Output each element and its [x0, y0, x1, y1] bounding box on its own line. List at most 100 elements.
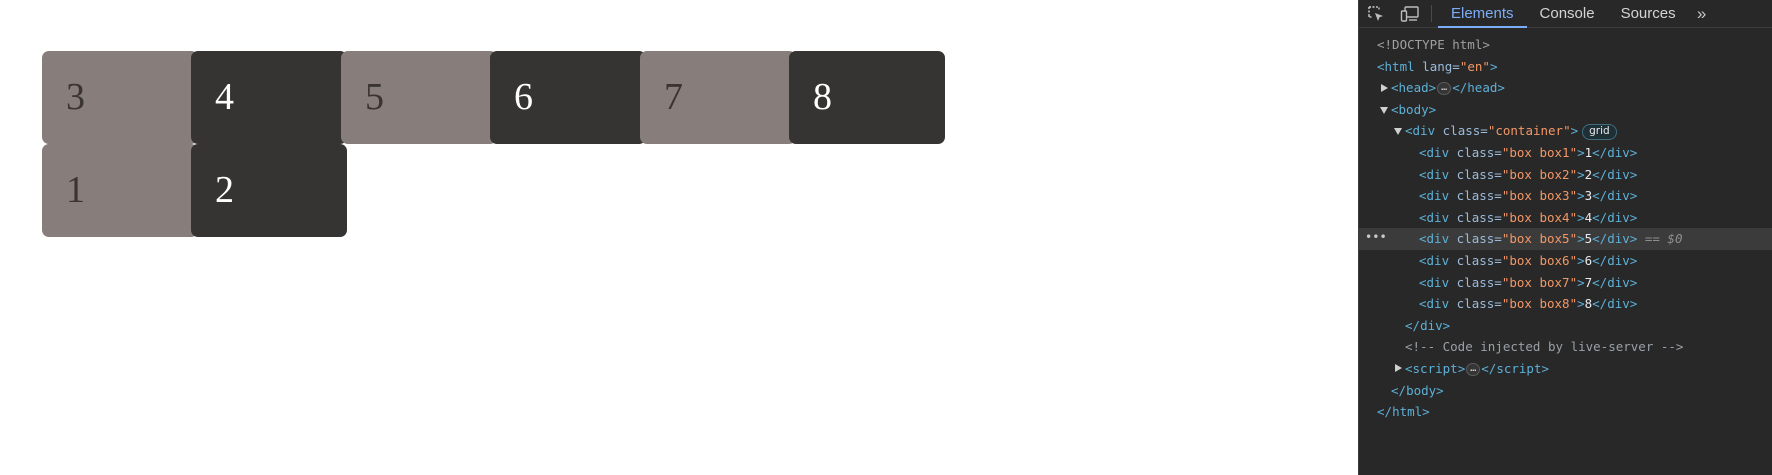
- tab-label: Sources: [1620, 5, 1676, 22]
- child-class-value: box box2: [1509, 166, 1570, 182]
- class-attr: class: [1456, 231, 1495, 247]
- devtools-toolbar: Elements Console Sources »: [1359, 0, 1772, 28]
- doctype-text: <!DOCTYPE html>: [1377, 37, 1490, 52]
- child-class-value: box box6: [1509, 252, 1570, 268]
- expand-triangle-icon[interactable]: [1381, 83, 1388, 92]
- tab-sources[interactable]: Sources: [1608, 0, 1689, 27]
- toolbar-divider: [1431, 5, 1432, 22]
- box-label: 3: [66, 76, 85, 118]
- dom-line-script[interactable]: <script>… </script>: [1359, 358, 1772, 380]
- tab-console[interactable]: Console: [1527, 0, 1608, 27]
- more-options-icon[interactable]: •••: [1365, 228, 1387, 246]
- div-close-tag: div: [1607, 252, 1630, 268]
- child-class-value: box box8: [1509, 296, 1570, 312]
- dom-line-doctype[interactable]: <!DOCTYPE html>: [1359, 34, 1772, 56]
- page-viewport: 3 4 5 6 7 8 1 2: [0, 0, 1358, 475]
- div-close-tag: div: [1607, 296, 1630, 312]
- child-class-value: box box3: [1509, 188, 1570, 204]
- device-toolbar-icon[interactable]: [1393, 0, 1427, 27]
- chevron-double-right-icon: »: [1696, 3, 1707, 23]
- head-tag: head: [1398, 80, 1429, 96]
- class-attr: class: [1456, 296, 1495, 312]
- class-attr: class: [1456, 144, 1495, 160]
- dom-line-child[interactable]: <div class="box box2">2</div>: [1359, 164, 1772, 186]
- dom-line-html[interactable]: <html lang="en">: [1359, 56, 1772, 78]
- grid-box: 3: [42, 51, 198, 144]
- dom-line-child-selected[interactable]: ••• <div class="box box5">5</div> == $0: [1359, 228, 1772, 250]
- dom-tree: <!DOCTYPE html> <html lang="en"> <head>……: [1359, 28, 1772, 423]
- ellipsis-pill[interactable]: …: [1437, 82, 1452, 96]
- dom-line-child[interactable]: <div class="box box7">7</div>: [1359, 272, 1772, 294]
- expand-triangle-icon[interactable]: [1395, 364, 1402, 373]
- class-attr: class: [1442, 123, 1481, 139]
- div-close-tag: div: [1607, 231, 1630, 247]
- box-label: 4: [215, 76, 234, 118]
- devtools-panel: Elements Console Sources » <!DOCTYPE htm…: [1358, 0, 1772, 475]
- class-attr: class: [1456, 209, 1495, 225]
- tab-elements[interactable]: Elements: [1438, 0, 1527, 28]
- dom-line-child[interactable]: <div class="box box8">8</div>: [1359, 293, 1772, 315]
- grid-box: 6: [490, 51, 646, 144]
- dom-line-container[interactable]: <div class="container"> grid: [1359, 120, 1772, 142]
- tab-label: Console: [1539, 5, 1595, 22]
- div-tag: div: [1426, 274, 1450, 290]
- selected-marker: == $0: [1644, 231, 1683, 247]
- script-close-tag: script: [1496, 360, 1542, 376]
- more-tabs-button[interactable]: »: [1689, 0, 1715, 27]
- lang-attr: lang: [1422, 58, 1453, 74]
- dom-line-head[interactable]: <head>… </head>: [1359, 77, 1772, 99]
- dom-line-child[interactable]: <div class="box box6">6</div>: [1359, 250, 1772, 272]
- container-class-value: container: [1495, 123, 1564, 139]
- grid-box: 2: [191, 144, 347, 237]
- dom-line-container-close[interactable]: </div>: [1359, 315, 1772, 337]
- comment-text: <!-- Code injected by live-server -->: [1405, 339, 1684, 355]
- div-tag: div: [1426, 252, 1450, 268]
- ellipsis-pill[interactable]: …: [1466, 362, 1481, 376]
- box-label: 6: [514, 76, 533, 118]
- box-label: 8: [813, 76, 832, 118]
- inspect-element-icon[interactable]: [1359, 0, 1393, 27]
- box-label: 5: [365, 76, 384, 118]
- div-close-tag: div: [1607, 144, 1630, 160]
- dom-line-html-close[interactable]: </html>: [1359, 401, 1772, 423]
- dom-line-child[interactable]: <div class="box box3">3</div>: [1359, 185, 1772, 207]
- child-class-value: box box5: [1509, 231, 1570, 247]
- grid-box: 1: [42, 144, 198, 237]
- div-close-tag: div: [1607, 209, 1630, 225]
- div-tag: div: [1426, 144, 1450, 160]
- collapse-triangle-icon[interactable]: [1394, 128, 1402, 136]
- div-close-tag: div: [1607, 166, 1630, 182]
- grid-box: 7: [640, 51, 796, 144]
- box-label: 7: [664, 76, 683, 118]
- div-tag: div: [1426, 209, 1450, 225]
- child-class-value: box box1: [1509, 144, 1570, 160]
- html-close-tag: html: [1392, 404, 1423, 420]
- dom-line-comment[interactable]: <!-- Code injected by live-server -->: [1359, 336, 1772, 358]
- tab-label: Elements: [1451, 5, 1514, 22]
- box-label: 2: [215, 169, 234, 211]
- head-close-tag: head: [1467, 80, 1498, 96]
- dom-line-body[interactable]: <body>: [1359, 99, 1772, 121]
- dom-line-child[interactable]: <div class="box box1">1</div>: [1359, 142, 1772, 164]
- collapse-triangle-icon[interactable]: [1380, 106, 1388, 114]
- body-close-tag: body: [1406, 382, 1437, 398]
- grid-badge[interactable]: grid: [1582, 123, 1617, 140]
- box-label: 1: [66, 169, 85, 211]
- div-close-tag: div: [1607, 188, 1630, 204]
- body-tag: body: [1398, 101, 1429, 117]
- html-tag: html: [1384, 58, 1415, 74]
- div-tag: div: [1426, 166, 1450, 182]
- child-class-value: box box4: [1509, 209, 1570, 225]
- grid-box: 4: [191, 51, 347, 144]
- dom-line-body-close[interactable]: </body>: [1359, 380, 1772, 402]
- div-tag: div: [1412, 123, 1436, 139]
- class-attr: class: [1456, 252, 1495, 268]
- div-tag: div: [1426, 188, 1450, 204]
- child-class-value: box box7: [1509, 274, 1570, 290]
- dom-line-child[interactable]: <div class="box box4">4</div>: [1359, 207, 1772, 229]
- lang-value: en: [1467, 58, 1483, 74]
- div-close-tag: div: [1420, 317, 1443, 333]
- div-close-tag: div: [1607, 274, 1630, 290]
- div-tag: div: [1426, 296, 1450, 312]
- grid-box: 8: [789, 51, 945, 144]
